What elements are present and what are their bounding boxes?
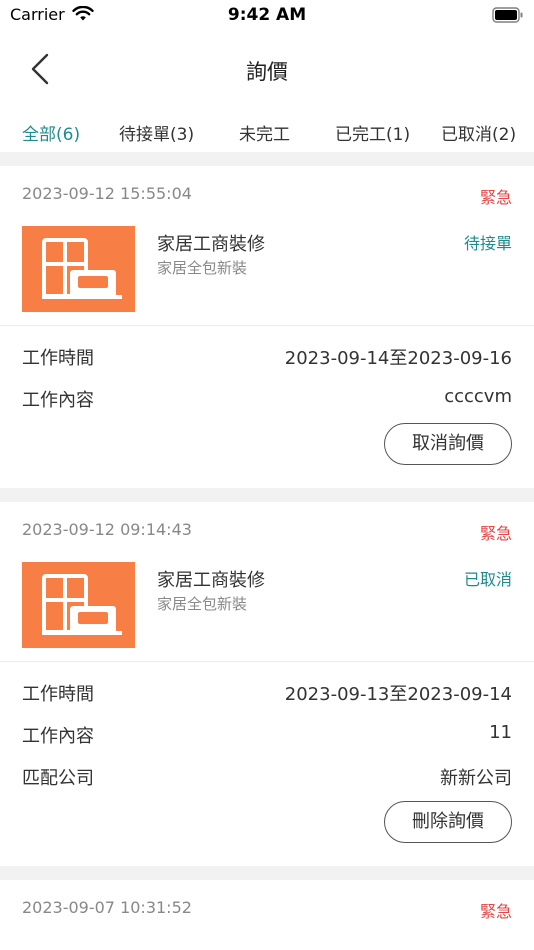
status-tabs: 全部(6) 待接單(3) 未完工 已完工(1) 已取消(2) [0,112,534,150]
service-title: 家居工商裝修 [157,234,265,255]
detail-value: 2023-09-14至2023-09-16 [284,348,512,369]
order-card[interactable]: 2023-09-12 15:55:04 緊急 家居工商裝修 家居全包新裝 待接單… [0,166,534,488]
detail-label: 工作內容 [22,726,94,747]
card-header: 2023-09-12 15:55:04 緊急 [0,166,534,220]
card-header: 2023-09-07 10:31:52 緊急 [0,880,534,934]
order-card[interactable]: 2023-09-07 10:31:52 緊急 [0,880,534,934]
detail-row: 工作內容 11 [0,712,534,754]
detail-value: 2023-09-13至2023-09-14 [284,684,512,705]
home-furniture-icon [42,238,122,299]
urgent-badge: 緊急 [479,524,512,543]
order-timestamp: 2023-09-07 10:31:52 [22,898,192,917]
service-thumbnail [22,226,135,312]
divider [0,152,534,166]
divider [0,488,534,502]
order-card[interactable]: 2023-09-12 09:14:43 緊急 家居工商裝修 家居全包新裝 已取消… [0,502,534,866]
detail-value: 新新公司 [440,768,512,789]
order-status: 待接單 [463,234,512,253]
urgent-badge: 緊急 [479,188,512,207]
service-summary: 家居工商裝修 家居全包新裝 待接單 [0,220,534,326]
order-details: 工作時間 2023-09-14至2023-09-16 工作內容 ccccvm [0,326,534,418]
detail-row: 工作時間 2023-09-13至2023-09-14 [0,670,534,712]
status-bar: Carrier 9:42 AM [0,0,534,30]
battery-icon [492,7,524,23]
detail-row: 工作內容 ccccvm [0,376,534,418]
order-status: 已取消 [463,570,512,589]
order-timestamp: 2023-09-12 09:14:43 [22,520,192,539]
detail-label: 工作時間 [22,348,94,369]
divider [0,866,534,880]
card-header: 2023-09-12 09:14:43 緊急 [0,502,534,556]
service-thumbnail [22,562,135,648]
urgent-badge: 緊急 [479,902,512,921]
service-subtitle: 家居全包新裝 [157,259,248,277]
tab-pending[interactable]: 待接單(3) [119,120,194,145]
tab-cancelled[interactable]: 已取消(2) [441,120,516,145]
card-actions: 刪除詢價 [0,796,534,866]
card-actions: 取消詢價 [0,418,534,488]
order-list: 2023-09-12 15:55:04 緊急 家居工商裝修 家居全包新裝 待接單… [0,152,534,934]
status-time: 9:42 AM [227,5,307,25]
tab-completed[interactable]: 已完工(1) [335,120,410,145]
service-subtitle: 家居全包新裝 [157,595,248,613]
order-details: 工作時間 2023-09-13至2023-09-14 工作內容 11 匹配公司 … [0,662,534,796]
detail-row: 工作時間 2023-09-14至2023-09-16 [0,334,534,376]
service-summary: 家居工商裝修 家居全包新裝 已取消 [0,556,534,662]
detail-row: 匹配公司 新新公司 [0,754,534,796]
cancel-inquiry-button[interactable]: 取消詢價 [384,423,512,465]
detail-value: 11 [489,722,512,743]
navigation-bar: 詢價 [0,38,534,100]
delete-inquiry-button[interactable]: 刪除詢價 [384,801,512,843]
tab-unfinished[interactable]: 未完工 [239,120,290,145]
home-furniture-icon [42,574,122,635]
detail-label: 匹配公司 [22,768,94,789]
detail-label: 工作時間 [22,684,94,705]
detail-value: ccccvm [444,386,512,407]
page-title: 詢價 [246,60,288,84]
detail-label: 工作內容 [22,390,94,411]
tab-all[interactable]: 全部(6) [22,120,80,145]
order-timestamp: 2023-09-12 15:55:04 [22,184,192,203]
service-title: 家居工商裝修 [157,570,265,591]
